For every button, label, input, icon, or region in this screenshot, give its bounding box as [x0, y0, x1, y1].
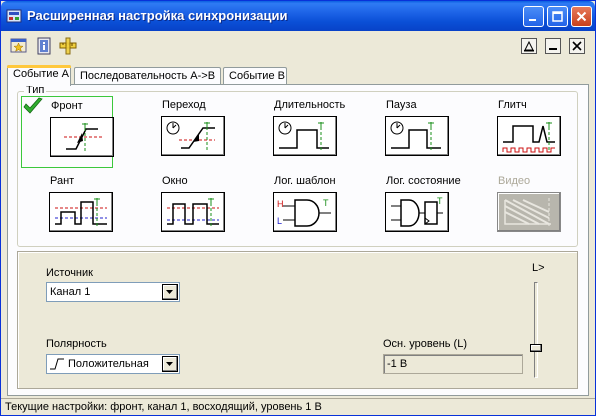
tab-event-b[interactable]: Событие B [223, 67, 287, 85]
tab-event-a[interactable]: Событие A [7, 65, 71, 86]
type-group: Тип Фронт Переход Длительность Пауза Гли… [17, 84, 578, 247]
edge-trigger-icon [64, 123, 102, 153]
type-item-label: Окно [162, 175, 188, 187]
tile-window-button[interactable] [521, 38, 537, 54]
pause-trigger-icon [390, 121, 441, 152]
pause-trigger-button[interactable] [385, 116, 449, 156]
trigger-settings-area: Источник Канал 1 Полярность Положительна… [17, 251, 578, 389]
type-item-label: Переход [162, 99, 206, 111]
measure-icon[interactable] [59, 37, 77, 55]
tab-panel: Тип Фронт Переход Длительность Пауза Гли… [7, 84, 589, 396]
transition-trigger-button[interactable] [161, 116, 225, 156]
runt-trigger-icon [55, 198, 107, 228]
type-item-transition[interactable]: Переход [133, 96, 225, 168]
info-icon[interactable] [35, 37, 53, 55]
status-bar: Текущие настройки: фронт, канал 1, восхо… [1, 398, 595, 415]
type-item-label: Лог. состояние [386, 175, 461, 187]
video-trigger-button[interactable] [497, 192, 561, 232]
svg-text:T: T [323, 198, 329, 208]
logic-pattern-icon: H L T [277, 198, 331, 227]
polarity-label: Полярность [46, 338, 107, 350]
type-item-video[interactable]: Видео [469, 172, 561, 244]
window-title: Расширенная настройка синхронизации [27, 8, 288, 23]
type-item-duration[interactable]: Длительность [245, 96, 345, 168]
app-icon [6, 9, 22, 23]
status-text: Текущие настройки: фронт, канал 1, восхо… [5, 401, 322, 413]
type-item-logic-pattern[interactable]: Лог. шаблон H L T [245, 172, 337, 244]
level-slider-thumb[interactable] [530, 344, 542, 352]
source-value: Канал 1 [50, 286, 91, 298]
edge-trigger-button[interactable] [50, 117, 114, 157]
type-item-edge[interactable]: Фронт [21, 96, 114, 168]
glitch-trigger-button[interactable] [497, 116, 561, 156]
favorites-icon[interactable] [10, 37, 28, 55]
type-item-logic-state[interactable]: Лог. состояние T [357, 172, 461, 244]
close-icon [576, 11, 587, 22]
type-item-label: Глитч [498, 99, 527, 111]
window-trigger-button[interactable] [161, 192, 225, 232]
inner-minimize-button[interactable] [545, 38, 561, 54]
maximize-button[interactable] [547, 6, 568, 27]
type-item-glitch[interactable]: Глитч [469, 96, 561, 168]
type-item-window[interactable]: Окно [133, 172, 225, 244]
minimize-icon [549, 48, 557, 50]
minimize-button[interactable] [523, 6, 544, 27]
video-trigger-icon [504, 198, 551, 228]
checkmark-icon [23, 97, 43, 114]
chevron-down-icon [166, 289, 173, 294]
level-field: -1 В [383, 354, 523, 374]
level-label: Осн. уровень (L) [383, 338, 467, 350]
minimize-icon [529, 19, 536, 21]
type-item-pause[interactable]: Пауза [357, 96, 449, 168]
chevron-down-icon [166, 361, 173, 366]
close-button[interactable] [571, 6, 592, 27]
type-item-label: Рант [50, 175, 75, 187]
source-label: Источник [46, 267, 93, 279]
duration-trigger-icon [278, 121, 329, 152]
rising-edge-icon [50, 358, 64, 370]
title-bar[interactable]: Расширенная настройка синхронизации [1, 1, 595, 31]
level-value: -1 В [387, 358, 408, 370]
type-item-label: Фронт [51, 100, 83, 112]
logic-pattern-button[interactable]: H L T [273, 192, 337, 232]
source-select[interactable]: Канал 1 [46, 282, 180, 302]
tab-sequence-a-b[interactable]: Последовательность A->B [74, 67, 221, 85]
type-item-label: Лог. шаблон [274, 175, 336, 187]
logic-state-icon: T [391, 196, 443, 227]
svg-text:H: H [277, 199, 284, 209]
svg-text:L: L [277, 216, 282, 226]
level-slider-label: L> [532, 262, 545, 274]
maximize-icon [552, 11, 563, 22]
level-slider-track[interactable] [534, 282, 538, 378]
type-item-label: Пауза [386, 99, 417, 111]
inner-close-button[interactable] [569, 38, 585, 54]
duration-trigger-button[interactable] [273, 116, 337, 156]
logic-state-button[interactable]: T [385, 192, 449, 232]
type-item-label: Видео [498, 175, 531, 187]
tile-icon [524, 40, 534, 52]
glitch-trigger-icon [502, 122, 555, 153]
type-item-label: Длительность [274, 99, 346, 111]
polarity-dropdown-button[interactable] [162, 356, 178, 372]
transition-trigger-icon [166, 121, 215, 152]
type-item-runt[interactable]: Рант [21, 172, 113, 244]
runt-trigger-button[interactable] [49, 192, 113, 232]
close-icon [572, 41, 582, 51]
polarity-value: Положительная [68, 358, 149, 370]
window-trigger-icon [167, 198, 219, 228]
toolbar [1, 31, 595, 59]
sync-settings-window: Расширенная настройка синхронизации Собы… [0, 0, 596, 416]
polarity-select[interactable]: Положительная [46, 354, 180, 374]
svg-text:T: T [437, 196, 443, 206]
source-dropdown-button[interactable] [162, 284, 178, 300]
